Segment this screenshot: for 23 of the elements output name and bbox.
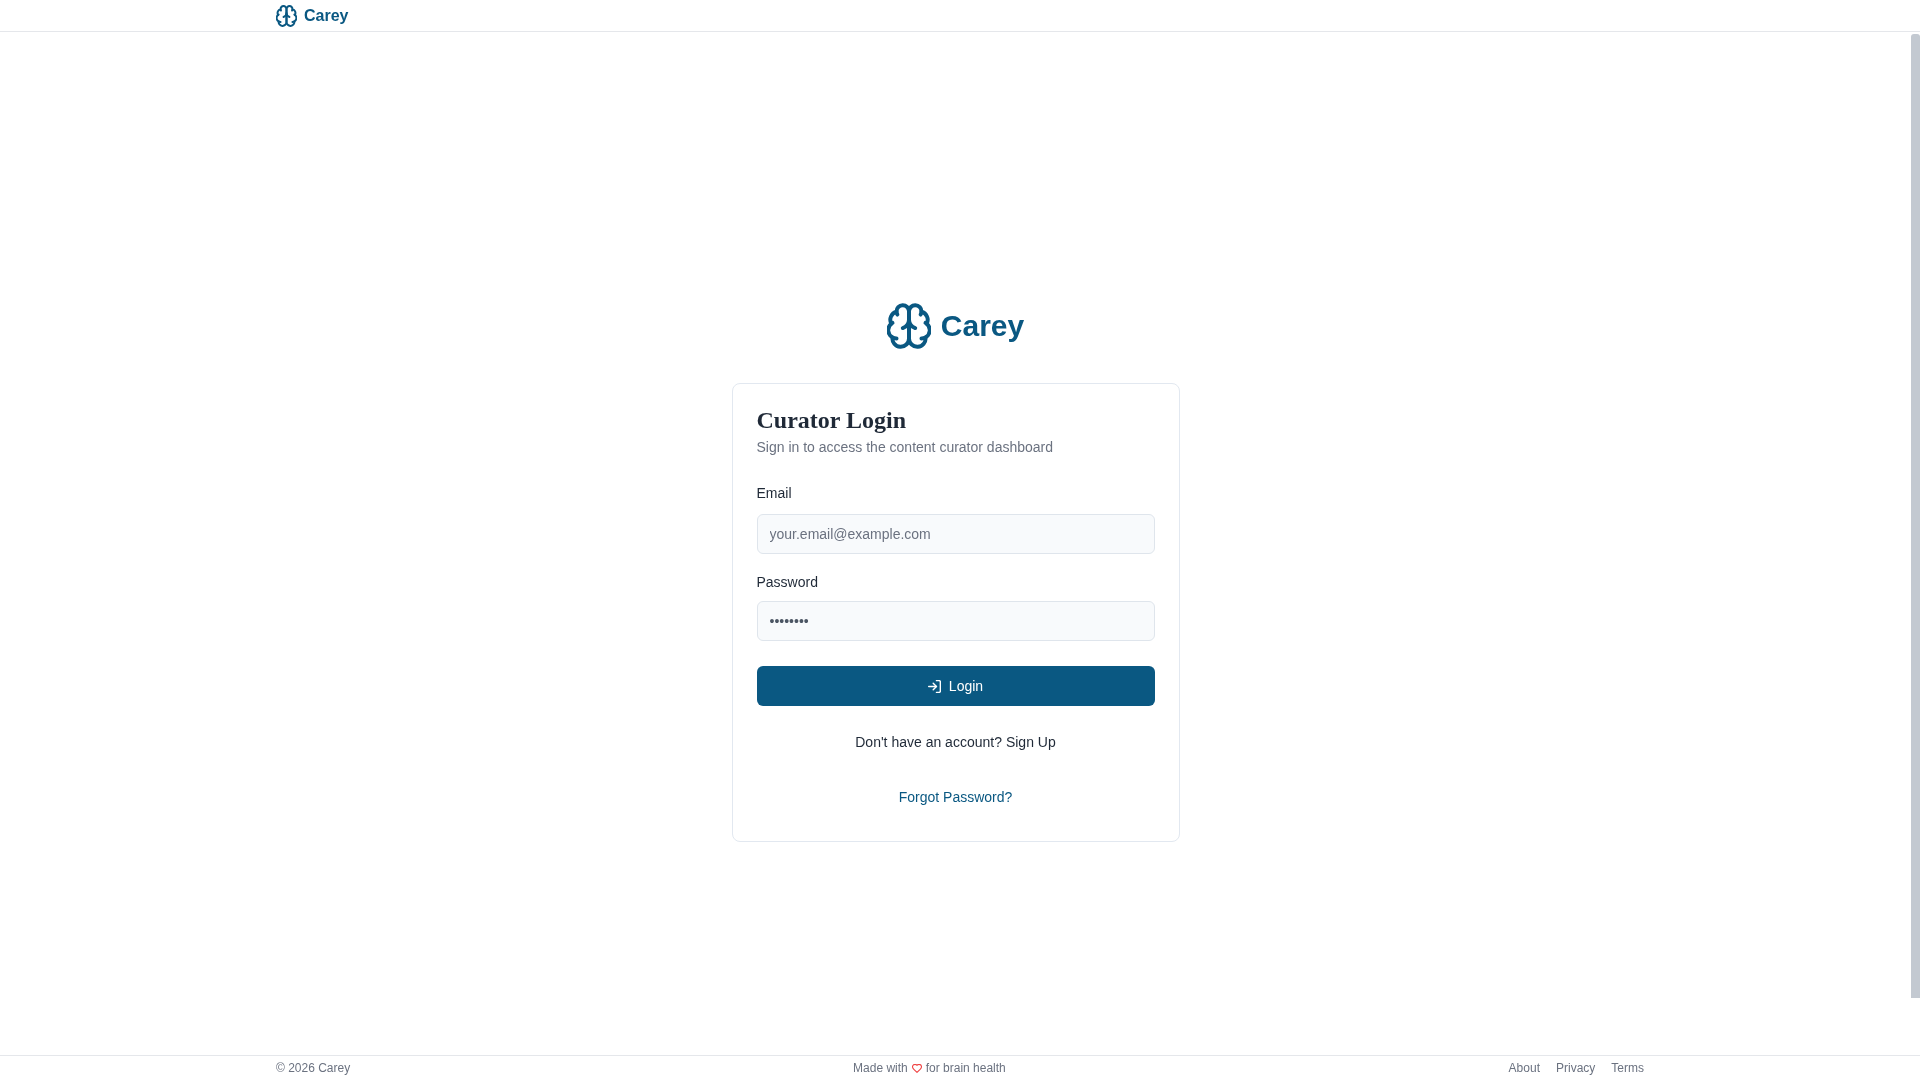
heart-icon (911, 1063, 922, 1073)
input-field[interactable]: your.email@example.com (756, 514, 1155, 554)
card-title: Curator Login (756, 406, 907, 434)
input-field[interactable]: •••••••• (756, 601, 1155, 641)
scrollbar-thumb[interactable] (1911, 34, 1920, 998)
footer-link[interactable]: Terms (1611, 1060, 1644, 1076)
signup-link[interactable]: Sign Up (1005, 732, 1056, 752)
field-label: Password (756, 573, 818, 592)
footer-link[interactable]: About (1508, 1060, 1540, 1076)
brain-icon (276, 4, 297, 27)
tagline-text: Made with (853, 1060, 908, 1076)
field-label: Email (756, 484, 792, 503)
copyright-text: © 2026 Carey (276, 1060, 351, 1076)
signup-prompt: Don't have an account? (855, 733, 1002, 752)
tagline-text: for brain health (925, 1060, 1006, 1076)
forgot-password-link[interactable]: Forgot Password? (898, 787, 1013, 807)
footer-link[interactable]: Privacy (1555, 1060, 1596, 1076)
login-button[interactable]: Login (756, 666, 1155, 706)
brain-icon (886, 303, 931, 349)
login-icon (927, 679, 941, 693)
brand-link[interactable]: Carey (276, 4, 349, 27)
brand-title: Carey (940, 308, 1025, 344)
card-subtitle: Sign in to access the content curator dashboard (756, 438, 1053, 457)
